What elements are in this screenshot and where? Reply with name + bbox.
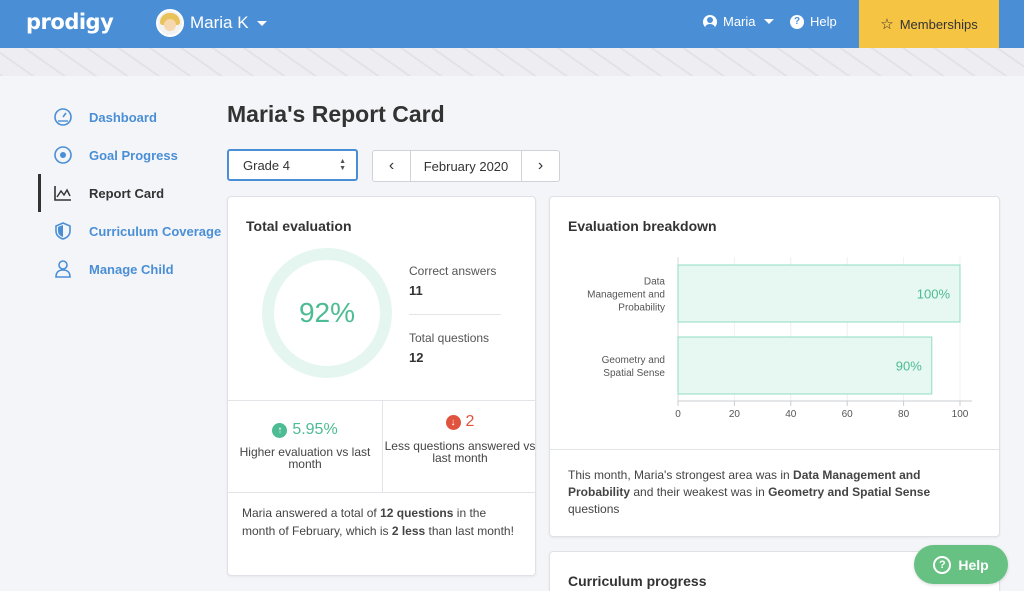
chart-icon: [53, 183, 73, 203]
page-title: Maria's Report Card: [227, 101, 445, 127]
previous-month-button[interactable]: ‹: [373, 151, 410, 181]
top-navigation-bar: prodigy Maria K Maria ? Help ☆ Membershi…: [0, 0, 1024, 48]
target-icon: [53, 145, 73, 165]
grade-select-value: Grade 4: [243, 157, 290, 173]
correct-answers-value: 11: [409, 283, 423, 298]
help-chat-label: Help: [958, 556, 989, 573]
total-questions-label: Total questions: [409, 331, 490, 345]
sidebar-item-label: Curriculum Coverage: [89, 223, 222, 239]
evaluation-change-caption: Higher evaluation vs last month: [239, 445, 371, 471]
person-icon: [53, 259, 73, 279]
help-chat-button[interactable]: ? Help: [914, 545, 1008, 584]
question-icon: ?: [933, 555, 952, 574]
x-tick-label-5: 100: [952, 409, 969, 420]
sidebar-item-label: Goal Progress: [89, 147, 178, 163]
sidebar-item-label: Dashboard: [89, 109, 157, 125]
chevron-down-icon: [256, 20, 267, 26]
total-summary-text: Maria answered a total of 12 questions i…: [242, 506, 514, 538]
card-title: Total evaluation: [246, 218, 352, 234]
bar-1: [677, 336, 933, 395]
questions-change: ↓ 2: [383, 413, 537, 431]
question-icon: ?: [790, 14, 804, 29]
correct-answers-label: Correct answers: [409, 264, 497, 278]
category-label-1-1: Spatial Sense: [603, 368, 665, 379]
help-link[interactable]: ? Help: [790, 14, 837, 29]
evaluation-breakdown-chart: 100% Data Management and Probability 90% Geom…: [587, 257, 972, 420]
x-tick-label-0: 0: [675, 409, 681, 420]
help-label: Help: [810, 14, 837, 29]
breakdown-summary-text: This month, Maria's strongest area was i…: [568, 468, 931, 516]
sidebar: Dashboard Goal Progress Report Card Curr…: [0, 98, 222, 288]
sidebar-item-label: Manage Child: [89, 261, 174, 277]
sidebar-item-report-card[interactable]: Report Card: [0, 174, 222, 212]
x-tick-label-4: 80: [898, 409, 910, 420]
sidebar-item-manage-child[interactable]: Manage Child: [0, 250, 222, 288]
memberships-label: Memberships: [899, 16, 978, 32]
select-arrows-icon: ▲ ▼: [339, 158, 346, 172]
child-avatar: [156, 9, 184, 37]
category-label-1-0: Geometry and: [602, 355, 665, 366]
category-label-0-0: Data: [644, 277, 666, 288]
x-tick-label-2: 40: [785, 409, 797, 420]
evaluation-change: ↑ 5.95%: [228, 421, 382, 439]
score-value: 92%: [298, 297, 356, 328]
questions-change-value: 2: [465, 413, 475, 430]
star-icon: ☆: [880, 16, 894, 33]
evaluation-change-value: 5.95%: [292, 421, 338, 438]
total-questions-value: 12: [409, 350, 424, 365]
month-navigator: ‹ February 2020 ›: [372, 150, 560, 182]
grade-select[interactable]: Grade 4 ▲ ▼: [227, 149, 358, 181]
total-evaluation-card: Total evaluation 92% Correct answers 11 …: [227, 196, 536, 576]
score-ring: 92%: [262, 248, 392, 378]
decorative-pattern-band: [0, 48, 1024, 76]
bar-value-label-1: 90%: [896, 359, 922, 374]
child-switcher[interactable]: Maria K: [156, 8, 267, 38]
next-month-button[interactable]: ›: [522, 151, 559, 181]
evaluation-breakdown-card: Evaluation breakdown 100% Data Management …: [549, 196, 1000, 537]
x-tick-label-1: 20: [729, 409, 741, 420]
account-name: Maria: [723, 14, 756, 29]
sidebar-item-goal-progress[interactable]: Goal Progress: [0, 136, 222, 174]
month-label: February 2020: [410, 151, 522, 181]
chevron-down-icon: [763, 19, 774, 24]
arrow-down-icon: ↓: [445, 414, 461, 430]
category-label-0-2: Probability: [618, 303, 665, 314]
prodigy-logo[interactable]: prodigy: [26, 10, 114, 34]
bar-value-label-0: 100%: [917, 287, 951, 302]
x-tick-label-3: 60: [842, 409, 854, 420]
sidebar-item-curriculum-coverage[interactable]: Curriculum Coverage: [0, 212, 222, 250]
gauge-icon: [53, 107, 73, 127]
card-title: Curriculum progress: [568, 573, 707, 589]
user-icon: [703, 14, 717, 29]
child-name: Maria K: [190, 13, 249, 32]
shield-icon: [53, 221, 73, 241]
account-menu[interactable]: Maria: [703, 14, 774, 29]
sidebar-item-label: Report Card: [89, 185, 165, 201]
sidebar-item-dashboard[interactable]: Dashboard: [0, 98, 222, 136]
category-label-0-1: Management and: [587, 290, 665, 301]
arrow-up-icon: ↑: [272, 422, 288, 438]
questions-change-caption: Less questions answered vs last month: [384, 439, 536, 465]
memberships-button[interactable]: ☆ Memberships: [859, 0, 999, 48]
